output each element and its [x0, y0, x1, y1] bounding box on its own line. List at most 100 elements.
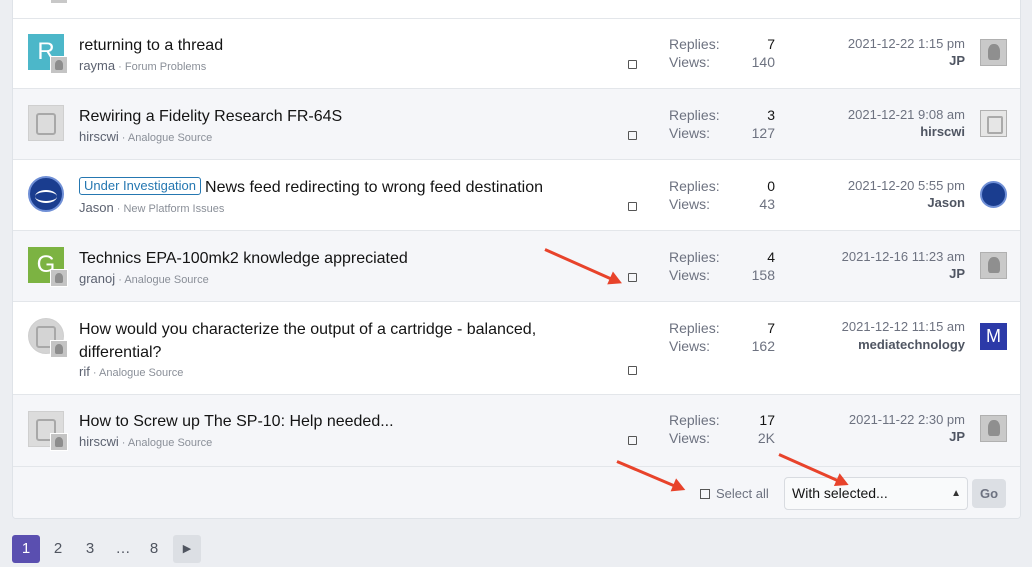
author-link[interactable]: rayma [79, 58, 115, 73]
last-post-date[interactable]: 2021-12-12 11:15 am [803, 318, 965, 336]
thread-title-text[interactable]: News feed redirecting to wrong feed dest… [205, 179, 543, 196]
last-poster-mini-avatar[interactable] [50, 269, 68, 287]
thread-title[interactable]: Rewiring a Fidelity Research FR-64S [79, 105, 342, 128]
last-post-date[interactable]: 2021-12-22 1:15 pm [803, 35, 965, 53]
last-poster-mini-avatar[interactable] [50, 340, 68, 358]
forum-link[interactable]: Analogue Source [128, 132, 212, 144]
replies-count: 0 [767, 178, 775, 194]
last-poster-mini-avatar[interactable] [50, 433, 68, 451]
last-post-date[interactable]: 2021-12-16 11:23 am [803, 248, 965, 266]
views-count: 43 [759, 196, 775, 212]
page-link-3[interactable]: 3 [78, 535, 102, 563]
thread-title-text[interactable]: Rewiring a Fidelity Research FR-64S [79, 108, 342, 125]
bulk-action-select[interactable]: With selected... ▲▼ [784, 477, 968, 510]
last-poster-avatar[interactable] [980, 110, 1007, 137]
thread-title[interactable]: How to Screw up The SP-10: Help needed..… [79, 410, 394, 433]
thread-title[interactable]: returning to a thread [79, 34, 223, 57]
views-count: 140 [751, 54, 775, 70]
select-all-checkbox[interactable] [700, 489, 710, 499]
avatar-logo [28, 176, 64, 212]
author-link[interactable]: rif [79, 364, 90, 379]
bulk-actions-bar: Select all With selected... ▲▼ Go [13, 466, 1020, 518]
last-poster-avatar[interactable]: M [980, 323, 1007, 350]
forum-link[interactable]: Analogue Source [124, 274, 208, 286]
last-post-user[interactable]: JP [803, 265, 965, 283]
page-link-2[interactable]: 2 [46, 535, 70, 563]
thread-title-text[interactable]: How would you characterize the output of… [79, 321, 536, 361]
last-poster-avatar[interactable] [980, 181, 1007, 208]
last-post-user[interactable]: JP [803, 52, 965, 70]
forum-link[interactable]: Forum Problems [125, 61, 206, 73]
forum-link[interactable]: Analogue Source [128, 437, 212, 449]
previous-thread-row: · [13, 0, 1020, 19]
views-label: Views: [669, 430, 710, 446]
replies-count: 4 [767, 249, 775, 265]
replies-label: Replies: [669, 320, 720, 336]
thread-select-checkbox[interactable] [628, 366, 637, 375]
author-avatar[interactable] [28, 176, 64, 212]
page-link-8[interactable]: 8 [142, 535, 166, 563]
page-link-1[interactable]: 1 [12, 535, 40, 563]
replies-label: Replies: [669, 412, 720, 428]
author-link[interactable]: hirscwi [79, 129, 119, 144]
thread-row: How would you characterize the output of… [13, 302, 1020, 395]
replies-count: 3 [767, 107, 775, 123]
thread-row: Under Investigation News feed redirecting… [13, 160, 1020, 231]
last-poster-avatar[interactable] [980, 39, 1007, 66]
views-label: Views: [669, 338, 710, 354]
last-poster-mini-avatar[interactable] [50, 56, 68, 74]
thread-meta: hirscwi · Analogue Source [79, 129, 213, 145]
thread-select-checkbox[interactable] [628, 273, 637, 282]
thread-title[interactable]: How would you characterize the output of… [79, 318, 569, 364]
views-count: 158 [751, 267, 775, 283]
avatar [51, 0, 67, 3]
views-label: Views: [669, 267, 710, 283]
thread-meta: hirscwi · Analogue Source [79, 434, 213, 450]
chevron-right-icon[interactable]: ▶ [173, 535, 201, 563]
last-poster-avatar[interactable] [980, 252, 1007, 279]
replies-count: 7 [767, 320, 775, 336]
last-poster-avatar[interactable] [980, 415, 1007, 442]
thread-title-text[interactable]: returning to a thread [79, 37, 223, 54]
thread-title[interactable]: Under Investigation News feed redirecting… [79, 176, 543, 199]
last-post-user[interactable]: mediatechnology [803, 336, 965, 354]
author-link[interactable]: hirscwi [79, 434, 119, 449]
thread-meta: rayma · Forum Problems [79, 58, 207, 74]
thread-title-text[interactable]: Technics EPA-100mk2 knowledge appreciate… [79, 250, 408, 267]
thread-select-checkbox[interactable] [628, 60, 637, 69]
views-count: 127 [751, 125, 775, 141]
views-count: 2K [757, 430, 775, 446]
thread-select-checkbox[interactable] [628, 436, 637, 445]
last-post-date[interactable]: 2021-12-21 9:08 am [803, 106, 965, 124]
views-label: Views: [669, 54, 710, 70]
thread-meta: granoj · Analogue Source [79, 271, 209, 287]
last-post-date[interactable]: 2021-11-22 2:30 pm [803, 411, 965, 429]
forum-link[interactable]: New Platform Issues [123, 203, 224, 215]
go-button[interactable]: Go [972, 479, 1006, 508]
replies-count: 17 [759, 412, 775, 428]
last-post-user[interactable]: hirscwi [803, 123, 965, 141]
forum-link[interactable]: Analogue Source [99, 367, 183, 379]
author-link[interactable]: granoj [79, 271, 115, 286]
views-count: 162 [751, 338, 775, 354]
page-ellipsis[interactable]: … [110, 535, 136, 563]
thread-select-checkbox[interactable] [628, 131, 637, 140]
select-arrows-icon: ▲▼ [951, 488, 961, 499]
thread-select-checkbox[interactable] [628, 202, 637, 211]
last-post-date[interactable]: 2021-12-20 5:55 pm [803, 177, 965, 195]
author-link[interactable]: Jason [79, 200, 114, 215]
last-post-user[interactable]: JP [803, 428, 965, 446]
replies-label: Replies: [669, 249, 720, 265]
thread-row: R returning to a thread rayma · Forum Pr… [13, 18, 1020, 89]
views-label: Views: [669, 196, 710, 212]
replies-count: 7 [767, 36, 775, 52]
last-post-user[interactable]: Jason [803, 194, 965, 212]
thread-meta: rif · Analogue Source [79, 364, 184, 380]
select-all-label[interactable]: Select all [716, 486, 769, 501]
thread-title-text[interactable]: How to Screw up The SP-10: Help needed..… [79, 413, 394, 430]
replies-label: Replies: [669, 36, 720, 52]
thread-title[interactable]: Technics EPA-100mk2 knowledge appreciate… [79, 247, 408, 270]
thread-prefix-label[interactable]: Under Investigation [79, 177, 202, 195]
views-label: Views: [669, 125, 710, 141]
author-avatar[interactable] [28, 105, 64, 141]
